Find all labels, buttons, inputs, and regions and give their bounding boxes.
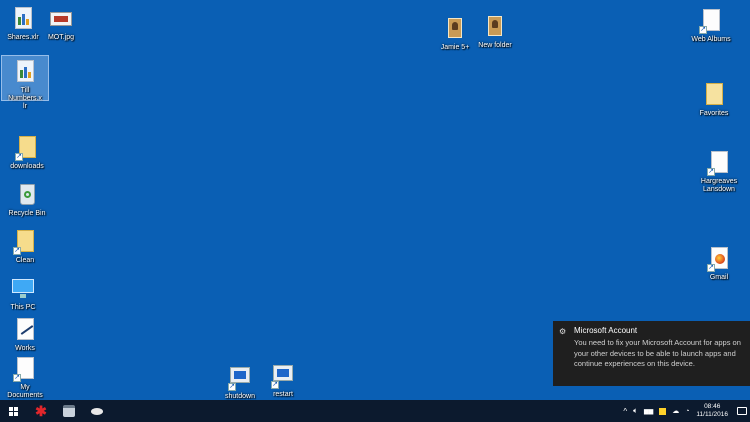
icon-label: Web Albums [691, 36, 731, 43]
icon-label: Works [15, 345, 35, 352]
windows-logo-icon [8, 406, 18, 416]
recycle-bin-icon [20, 184, 35, 205]
clock-time: 08:46 [704, 403, 721, 410]
desktop-icon-recycle-bin[interactable]: Recycle Bin [4, 182, 50, 218]
disc-icon [91, 407, 103, 415]
shortcut-arrow-icon: ↗ [707, 168, 715, 176]
image-icon [50, 12, 72, 26]
icon-label: Favorites [699, 110, 729, 117]
shortcut-arrow-icon: ↗ [699, 26, 707, 34]
desktop-icon-hargreaves[interactable]: ↗ Hargreaves Lansdown [696, 150, 742, 194]
desktop-icon-mot[interactable]: MOT.jpg [38, 6, 84, 42]
desktop-icon-new-folder[interactable]: New folder [472, 14, 518, 50]
folder-icon [706, 83, 723, 105]
icon-label: New folder [478, 42, 512, 49]
clock[interactable]: 08:46 11/11/2016 [696, 403, 728, 419]
photo-icon [448, 18, 462, 38]
desktop-icon-downloads[interactable]: ↗ downloads [4, 135, 50, 171]
notification-title: Microsoft Account [574, 326, 638, 335]
shortcut-arrow-icon: ↗ [13, 247, 21, 255]
shortcut-arrow-icon: ↗ [271, 381, 279, 389]
computer-icon [12, 279, 34, 298]
icon-label: downloads [10, 163, 44, 170]
gear-icon: ⚙ [559, 327, 567, 336]
taskbar-app-red[interactable]: ✱ [28, 400, 54, 422]
icon-label: restart [273, 391, 293, 398]
icon-label: Till Numbers.xlr [8, 87, 42, 110]
desktop-icon-favorites[interactable]: Favorites [691, 82, 737, 118]
desktop-icon-this-pc[interactable]: This PC [0, 276, 46, 312]
icon-label: Hargreaves Lansdown [700, 178, 738, 193]
desktop-icon-clean[interactable]: ↗ Clean [2, 229, 48, 265]
taskbar-app-printer[interactable] [56, 400, 82, 422]
taskbar: ✱ ^ 🔈︎ ▆▆ ☁ ◔ 08:46 11/11/2016 [0, 400, 750, 422]
spreadsheet-icon [17, 60, 34, 82]
shortcut-arrow-icon: ↗ [13, 374, 21, 382]
icon-label: My Documents [7, 384, 43, 399]
tray-overflow-button[interactable]: ^ [623, 407, 627, 416]
desktop-icon-works[interactable]: Works [2, 317, 48, 353]
wifi-icon[interactable]: ◔ [685, 408, 689, 415]
desktop-icon-gmail[interactable]: ↗ Gmail [696, 246, 742, 282]
clock-date: 11/11/2016 [696, 411, 728, 418]
shortcut-arrow-icon: ↗ [707, 264, 715, 272]
desktop-icon-shutdown[interactable]: ↗ shutdown [217, 365, 263, 401]
shortcut-icon [230, 367, 250, 383]
start-button[interactable] [0, 400, 26, 422]
icon-label: Gmail [709, 274, 729, 281]
icon-label: This PC [10, 304, 36, 311]
desktop-icon-my-documents[interactable]: ↗ My Documents [2, 356, 48, 400]
app-red-icon: ✱ [35, 402, 47, 419]
notification-body: You need to fix your Microsoft Account f… [574, 338, 741, 368]
sticky-note-icon[interactable] [659, 407, 667, 415]
desktop-icon-restart[interactable]: ↗ restart [260, 363, 306, 399]
notification-icon [737, 407, 747, 415]
printer-icon [63, 405, 75, 417]
desktop-icon-web-albums[interactable]: ↗ Web Albums [688, 8, 734, 44]
network-icon[interactable]: ▆▆ [644, 408, 653, 415]
icon-label: MOT.jpg [47, 34, 75, 41]
icon-label: Clean [15, 257, 35, 264]
shortcut-arrow-icon: ↗ [228, 383, 236, 391]
system-tray: ^ 🔈︎ ▆▆ ☁ ◔ 08:46 11/11/2016 [620, 400, 750, 422]
cloud-icon[interactable]: ☁ [672, 407, 679, 415]
icon-label: Recycle Bin [8, 210, 46, 217]
notification-toast[interactable]: ⚙ Microsoft Account You need to fix your… [553, 321, 750, 386]
document-icon [17, 318, 34, 340]
desktop-icon-till-numbers[interactable]: Till Numbers.xlr [1, 55, 49, 110]
taskbar-app-disc[interactable] [84, 400, 110, 422]
photo-icon [488, 16, 502, 36]
action-center-button[interactable] [734, 400, 750, 422]
shortcut-icon [273, 365, 293, 381]
shortcut-arrow-icon: ↗ [15, 153, 23, 161]
volume-icon[interactable]: 🔈︎ [633, 406, 638, 416]
spreadsheet-icon [15, 7, 32, 29]
